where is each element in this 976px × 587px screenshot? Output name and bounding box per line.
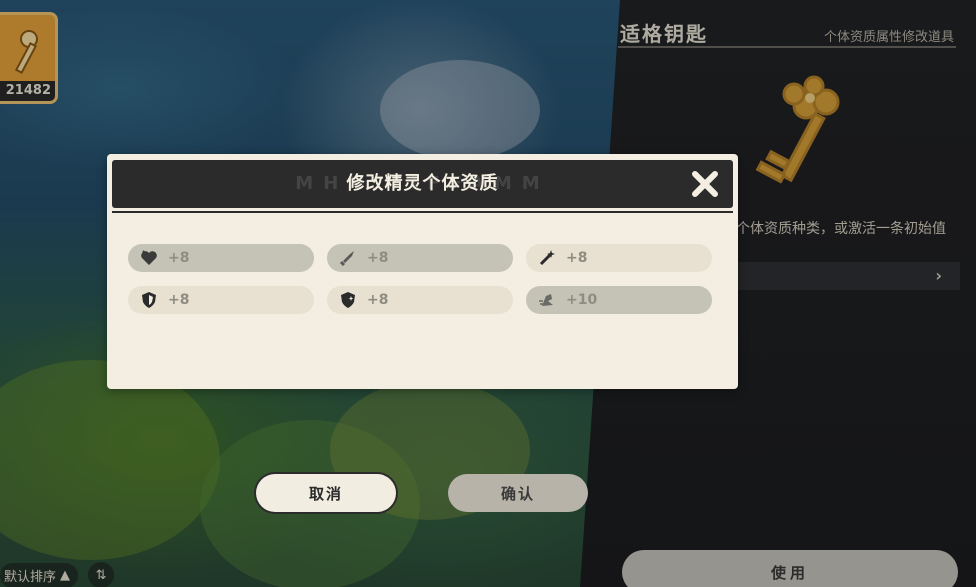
stat-magic-defense: +8 <box>327 286 513 314</box>
magic-shield-icon <box>339 291 357 309</box>
stat-speed: +10 <box>526 286 712 314</box>
stat-attack: +8 <box>327 244 513 272</box>
stat-hp: +8 <box>128 244 314 272</box>
stat-value: +8 <box>367 250 389 266</box>
heart-icon <box>140 249 158 267</box>
stat-value: +8 <box>168 250 190 266</box>
stat-magic-attack: +8 <box>526 244 712 272</box>
cancel-button[interactable]: 取消 <box>256 474 396 512</box>
magic-wand-icon <box>538 249 556 267</box>
dialog-header: MHX TIFFAMM 修改精灵个体资质 <box>112 160 733 208</box>
confirm-button[interactable]: 确认 <box>448 474 588 512</box>
sword-icon <box>339 249 357 267</box>
speed-boot-icon <box>538 291 556 309</box>
stat-value: +8 <box>168 292 190 308</box>
dialog-title: 修改精灵个体资质 <box>346 173 499 194</box>
header-underline <box>112 211 733 213</box>
close-icon <box>692 171 718 197</box>
shield-icon <box>140 291 158 309</box>
close-button[interactable] <box>689 168 721 200</box>
modify-aptitude-dialog: MHX TIFFAMM 修改精灵个体资质 +8 +8 +8 +8 +8 +10 <box>107 154 738 389</box>
stat-value: +10 <box>566 292 598 308</box>
stat-defense: +8 <box>128 286 314 314</box>
stat-value: +8 <box>566 250 588 266</box>
stat-value: +8 <box>367 292 389 308</box>
